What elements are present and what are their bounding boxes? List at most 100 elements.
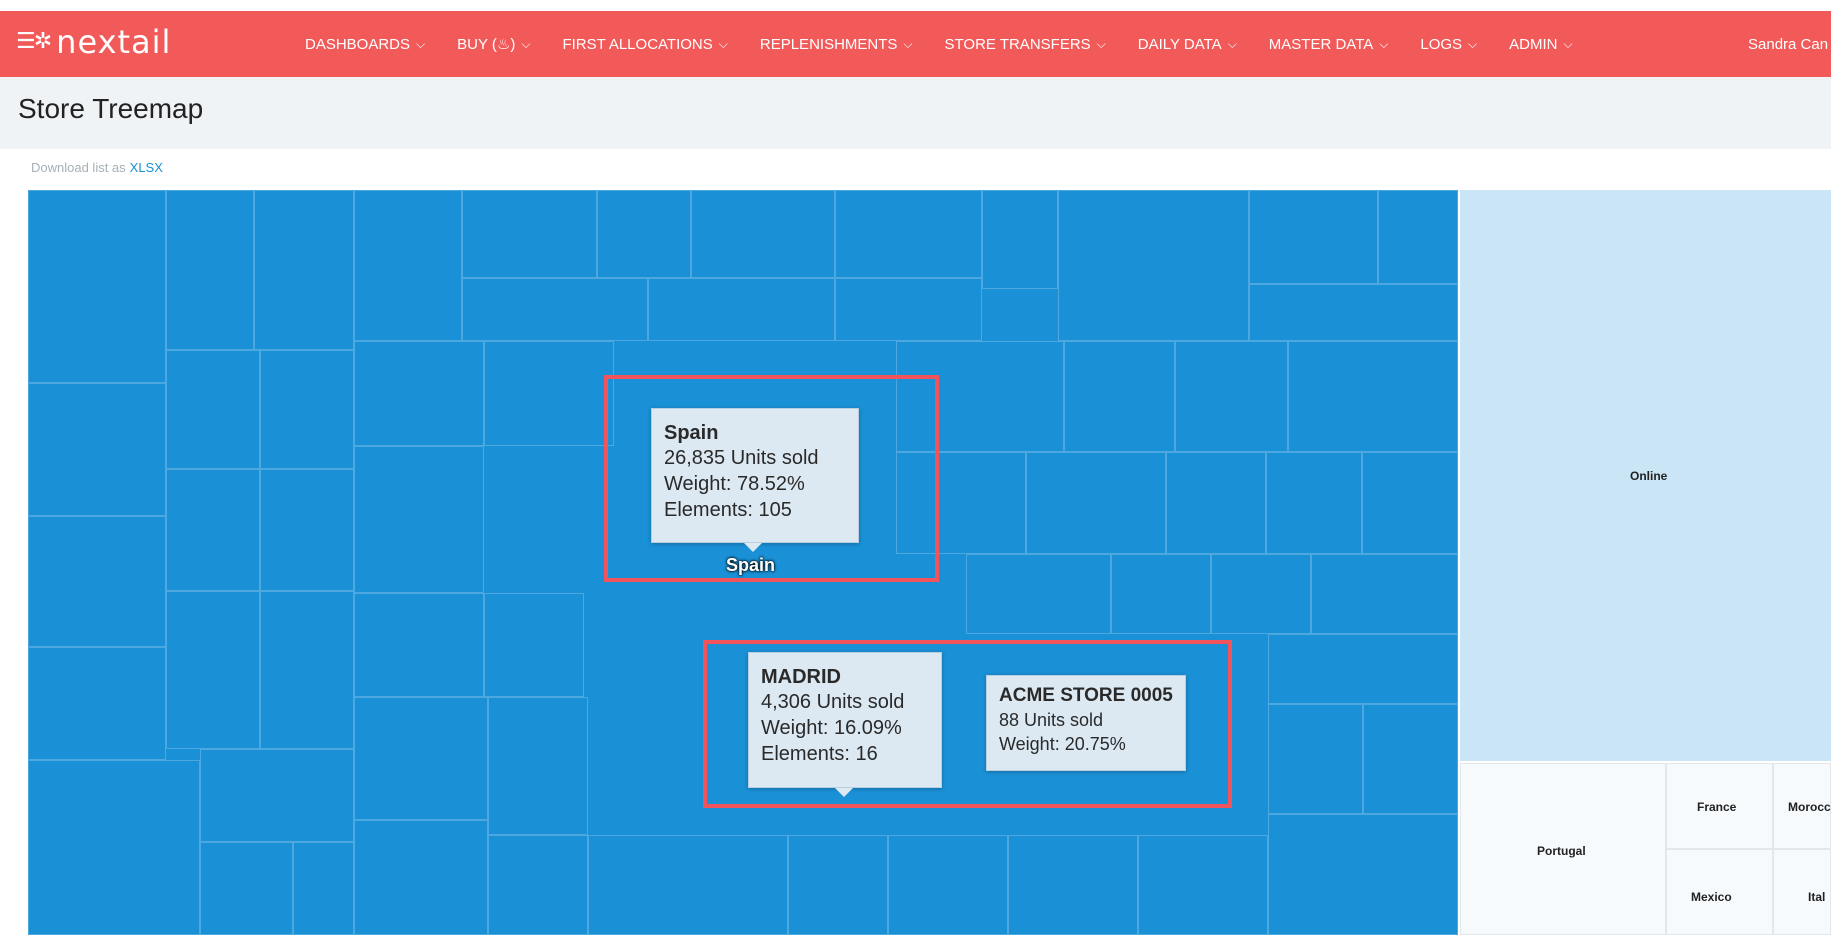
region-label-mexico: Mexico: [1691, 890, 1732, 904]
nav-daily-data[interactable]: DAILY DATA ⌵: [1138, 36, 1237, 53]
treemap-cell[interactable]: [835, 190, 982, 278]
treemap-cell[interactable]: [788, 835, 888, 935]
nav-label: ADMIN: [1509, 35, 1558, 53]
treemap-region-online[interactable]: Online: [1460, 190, 1831, 761]
brand-logo[interactable]: ☰✲ nextail: [16, 25, 171, 59]
nav-first-allocations[interactable]: FIRST ALLOCATIONS ⌵: [562, 36, 727, 53]
treemap-cell[interactable]: [354, 341, 484, 446]
chevron-down-icon: ⌵: [718, 36, 728, 51]
treemap-cell[interactable]: [28, 190, 166, 383]
treemap-cell[interactable]: [260, 350, 354, 469]
region-label-italy: Ital: [1808, 890, 1826, 904]
treemap-cell[interactable]: [1268, 704, 1363, 814]
treemap-cell[interactable]: [28, 647, 166, 760]
region-label-morocco: Morocc: [1788, 800, 1831, 814]
nav-label: MASTER DATA: [1268, 35, 1374, 53]
treemap-cell[interactable]: [354, 697, 488, 820]
treemap-cell[interactable]: [648, 278, 835, 341]
treemap-region-italy[interactable]: Ital: [1773, 849, 1831, 935]
treemap-cell[interactable]: [982, 190, 1058, 289]
treemap-cell[interactable]: [166, 469, 260, 591]
treemap-cell[interactable]: [1058, 190, 1249, 341]
treemap-cell[interactable]: [200, 842, 293, 935]
download-prefix: Download list as: [31, 160, 126, 175]
treemap-cell[interactable]: [166, 190, 254, 350]
treemap-cell[interactable]: [293, 842, 354, 935]
nav-label: STORE TRANSFERS: [944, 35, 1091, 53]
nav-label: REPLENISHMENTS: [759, 35, 898, 53]
chevron-down-icon: ⌵: [1096, 36, 1106, 51]
treemap-cell[interactable]: [1266, 452, 1362, 554]
treemap-region-mexico[interactable]: Mexico: [1666, 849, 1773, 935]
download-bar: Download list as XLSX: [31, 160, 163, 175]
region-label-portugal: Portugal: [1537, 844, 1586, 858]
top-navbar: ☰✲ nextail DASHBOARDS ⌵ BUY (♨) ⌵ FIRST AL…: [0, 11, 1831, 77]
treemap-cell[interactable]: [1211, 554, 1311, 634]
treemap-cell[interactable]: [28, 760, 200, 935]
treemap-cell[interactable]: [1111, 554, 1211, 634]
treemap-cell[interactable]: [166, 350, 260, 469]
treemap-cell[interactable]: [462, 278, 648, 341]
treemap-region-france[interactable]: France: [1666, 763, 1773, 849]
treemap-cell[interactable]: [28, 383, 166, 516]
treemap-cell[interactable]: [1288, 341, 1458, 452]
treemap-cell[interactable]: [166, 591, 260, 749]
download-xlsx-link[interactable]: XLSX: [130, 160, 163, 175]
treemap-cell[interactable]: [354, 446, 484, 593]
nav-replenishments[interactable]: REPLENISHMENTS ⌵: [760, 36, 913, 53]
treemap-cell[interactable]: [835, 278, 982, 341]
chevron-down-icon: ⌵: [1563, 36, 1573, 51]
treemap-cell[interactable]: [260, 469, 354, 591]
treemap-cell[interactable]: [1064, 341, 1175, 452]
nav-label: LOGS: [1420, 35, 1463, 53]
treemap-cell[interactable]: [484, 593, 584, 697]
treemap-cell[interactable]: [1363, 704, 1458, 814]
chevron-down-icon: ⌵: [416, 36, 426, 51]
treemap-cell[interactable]: [888, 835, 1008, 935]
treemap-cell[interactable]: [462, 190, 597, 278]
treemap-cell[interactable]: [1026, 452, 1166, 554]
treemap-cell[interactable]: [1249, 284, 1458, 341]
treemap-cell[interactable]: [1268, 634, 1458, 704]
treemap-cell[interactable]: [597, 190, 691, 278]
treemap-cell[interactable]: [1249, 190, 1378, 284]
user-menu[interactable]: Sandra Can: [1748, 11, 1828, 77]
treemap-cell[interactable]: [354, 820, 488, 935]
nav-buy[interactable]: BUY (♨) ⌵: [457, 35, 530, 53]
treemap-cell[interactable]: [354, 593, 484, 697]
page-title: Store Treemap: [18, 93, 204, 124]
treemap-cell[interactable]: [28, 516, 166, 647]
nav-admin[interactable]: ADMIN ⌵: [1509, 36, 1572, 53]
treemap-cell[interactable]: [691, 190, 835, 278]
treemap-cell[interactable]: [200, 749, 354, 842]
region-label-online: Online: [1630, 469, 1668, 483]
chevron-down-icon: ⌵: [903, 36, 913, 51]
nav-logs[interactable]: LOGS ⌵: [1420, 36, 1477, 53]
chevron-down-icon: ⌵: [521, 36, 531, 51]
treemap-cell[interactable]: [254, 190, 354, 350]
treemap-cell[interactable]: [588, 835, 788, 935]
treemap-cell[interactable]: [1362, 452, 1458, 554]
treemap-cell[interactable]: [488, 835, 588, 935]
treemap-cell[interactable]: [1166, 452, 1266, 554]
treemap-region-morocco[interactable]: Morocc: [1773, 763, 1831, 849]
treemap-cell[interactable]: [1138, 835, 1268, 935]
treemap-cell[interactable]: [1268, 814, 1458, 935]
nav-label: FIRST ALLOCATIONS: [562, 35, 713, 53]
treemap-cell[interactable]: [1378, 190, 1458, 284]
main-nav: DASHBOARDS ⌵ BUY (♨) ⌵ FIRST ALLOCATIONS ⌵ …: [305, 11, 1605, 77]
treemap-cell[interactable]: [484, 341, 614, 446]
nav-dashboards[interactable]: DASHBOARDS ⌵: [305, 36, 425, 53]
nav-master-data[interactable]: MASTER DATA ⌵: [1269, 36, 1389, 53]
treemap-cell[interactable]: [260, 591, 354, 749]
treemap-cell[interactable]: [488, 697, 588, 835]
treemap-cell[interactable]: [966, 554, 1111, 634]
treemap-cell[interactable]: [354, 190, 462, 341]
highlight-box-madrid: [703, 640, 1232, 808]
treemap-cell[interactable]: [1175, 341, 1288, 452]
treemap-cell[interactable]: [1008, 835, 1138, 935]
treemap-cell[interactable]: [1311, 554, 1458, 634]
nav-store-transfers[interactable]: STORE TRANSFERS ⌵: [945, 36, 1106, 53]
chevron-down-icon: ⌵: [1379, 36, 1389, 51]
treemap-region-portugal[interactable]: Portugal: [1460, 763, 1666, 935]
